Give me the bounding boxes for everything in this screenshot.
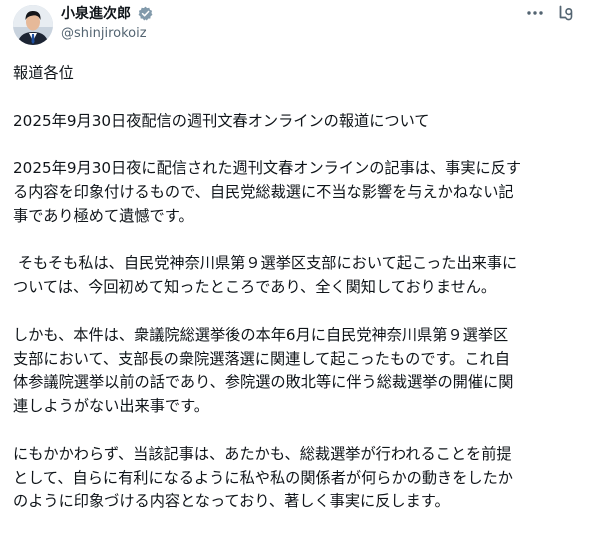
tweet-line: る内容を印象付けるもので、自民党総裁選に不当な影響を与えかねない記: [13, 182, 514, 201]
tweet-line: にもかかわらず、当該記事は、あたかも、総裁選挙が行われることを前提: [13, 444, 512, 463]
verified-badge-icon: [138, 6, 153, 21]
tweet-line: そもそも私は、自民党神奈川県第９選挙区支部において起こった出来事に: [13, 254, 518, 273]
tweet-line: ついては、今回初めて知ったところであり、全く関知しておりません。: [13, 278, 497, 297]
tweet-line: のように印象づける内容となっており、著しく事実に反します。: [13, 492, 450, 511]
tweet-line: しかも、本件は、衆議院総選挙後の本年6月に自民党神奈川県第９選挙区: [13, 325, 509, 344]
more-dots-icon[interactable]: [524, 4, 546, 22]
tweet-line: 連しようがない出来事です。: [13, 397, 209, 416]
grok-icon[interactable]: [556, 3, 576, 23]
author-display-name[interactable]: 小泉進次郎: [61, 5, 131, 23]
tweet-line: 体参議院選挙以前の話であり、参院選の敗北等に伴う総裁選挙の開催に関: [13, 373, 514, 392]
tweet-line: 2025年9月30日夜に配信された週刊文春オンラインの記事は、事実に反す: [13, 159, 522, 178]
tweet-line: 報道各位: [13, 64, 74, 82]
tweet-line: として、自らに有利になるように私や私の関係者が何らかの動きをしたか: [13, 468, 513, 487]
tweet-line: 事であり極めて遺憾です。: [13, 206, 194, 225]
tweet-line: 支部において、支部長の衆院選落選に関連して起こったものです。これ自: [13, 349, 510, 368]
author-avatar[interactable]: [13, 5, 53, 45]
author-handle[interactable]: @shinjirokoiz: [61, 25, 147, 43]
avatar-photo-icon: [13, 5, 53, 45]
tweet-header: 小泉進次郎 @shinjirokoiz: [0, 0, 593, 50]
tweet-line: 2025年9月30日夜配信の週刊文春オンラインの報道について: [13, 111, 430, 130]
tweet-text: 報道各位 2025年9月30日夜配信の週刊文春オンラインの報道について 2025…: [13, 62, 583, 514]
